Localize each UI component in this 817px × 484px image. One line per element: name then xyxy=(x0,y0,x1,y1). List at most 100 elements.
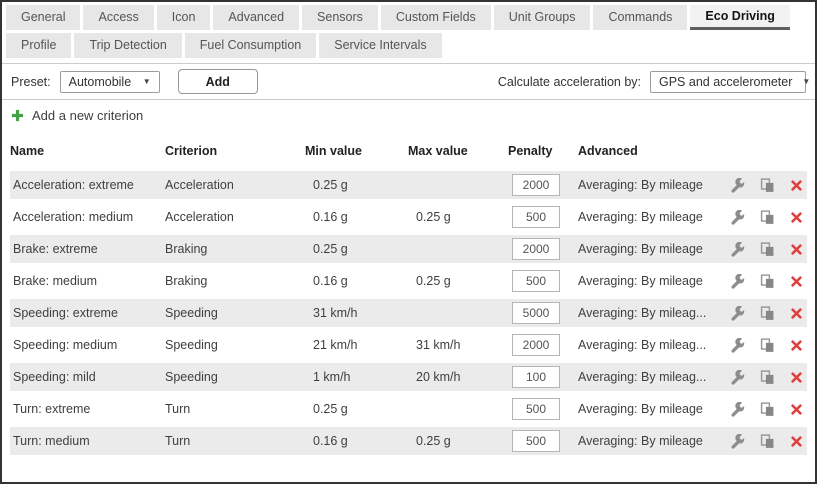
penalty-input[interactable] xyxy=(512,270,560,292)
wrench-icon[interactable] xyxy=(730,242,745,257)
penalty-input[interactable] xyxy=(512,398,560,420)
delete-icon[interactable] xyxy=(790,179,803,192)
penalty-cell xyxy=(508,302,578,324)
criterion-min-value: 0.16 g xyxy=(305,274,408,288)
criterion-row: Turn: medium Turn 0.16 g 0.25 g Averagin… xyxy=(10,427,807,455)
duplicate-icon[interactable] xyxy=(760,242,775,257)
add-criterion-button[interactable]: Add a new criterion xyxy=(2,100,815,131)
duplicate-icon[interactable] xyxy=(760,402,775,417)
delete-icon[interactable] xyxy=(790,243,803,256)
penalty-cell xyxy=(508,270,578,292)
criterion-row: Speeding: extreme Speeding 31 km/h Avera… xyxy=(10,299,807,327)
criterion-advanced: Averaging: By mileage xyxy=(578,178,722,192)
delete-icon[interactable] xyxy=(790,275,803,288)
header-penalty: Penalty xyxy=(508,144,578,158)
criterion-max-value: 31 km/h xyxy=(408,338,508,352)
tab-access[interactable]: Access xyxy=(83,5,153,30)
tab-trip-detection[interactable]: Trip Detection xyxy=(74,33,181,58)
criterion-type: Acceleration xyxy=(165,210,305,224)
penalty-input[interactable] xyxy=(512,430,560,452)
penalty-input[interactable] xyxy=(512,366,560,388)
criterion-name: Speeding: mild xyxy=(10,370,165,384)
criterion-type: Acceleration xyxy=(165,178,305,192)
duplicate-icon[interactable] xyxy=(760,434,775,449)
wrench-icon[interactable] xyxy=(730,338,745,353)
tab-unit-groups[interactable]: Unit Groups xyxy=(494,5,591,30)
penalty-input[interactable] xyxy=(512,302,560,324)
delete-icon[interactable] xyxy=(790,371,803,384)
criterion-type: Speeding xyxy=(165,370,305,384)
criterion-type: Speeding xyxy=(165,306,305,320)
penalty-cell xyxy=(508,398,578,420)
tab-general[interactable]: General xyxy=(6,5,80,30)
delete-icon[interactable] xyxy=(790,339,803,352)
tab-custom-fields[interactable]: Custom Fields xyxy=(381,5,491,30)
add-preset-button[interactable]: Add xyxy=(178,69,258,94)
duplicate-icon[interactable] xyxy=(760,370,775,385)
criterion-max-value: 0.25 g xyxy=(408,210,508,224)
tab-profile[interactable]: Profile xyxy=(6,33,71,58)
criterion-name: Speeding: extreme xyxy=(10,306,165,320)
wrench-icon[interactable] xyxy=(730,434,745,449)
criterion-row: Acceleration: extreme Acceleration 0.25 … xyxy=(10,171,807,199)
criterion-row: Turn: extreme Turn 0.25 g Averaging: By … xyxy=(10,395,807,423)
wrench-icon[interactable] xyxy=(730,210,745,225)
calc-acceleration-label: Calculate acceleration by: xyxy=(498,75,641,89)
criterion-type: Speeding xyxy=(165,338,305,352)
penalty-input[interactable] xyxy=(512,334,560,356)
criterion-min-value: 0.25 g xyxy=(305,178,408,192)
criterion-row: Brake: extreme Braking 0.25 g Averaging:… xyxy=(10,235,807,263)
wrench-icon[interactable] xyxy=(730,274,745,289)
wrench-icon[interactable] xyxy=(730,306,745,321)
penalty-input[interactable] xyxy=(512,238,560,260)
tab-commands[interactable]: Commands xyxy=(593,5,687,30)
wrench-icon[interactable] xyxy=(730,402,745,417)
criterion-type: Braking xyxy=(165,242,305,256)
row-actions xyxy=(722,242,807,257)
tab-advanced[interactable]: Advanced xyxy=(213,5,299,30)
header-advanced: Advanced xyxy=(578,144,722,158)
criterion-name: Speeding: medium xyxy=(10,338,165,352)
tab-icon[interactable]: Icon xyxy=(157,5,211,30)
penalty-cell xyxy=(508,206,578,228)
delete-icon[interactable] xyxy=(790,403,803,416)
penalty-input[interactable] xyxy=(512,206,560,228)
penalty-input[interactable] xyxy=(512,174,560,196)
criterion-type: Turn xyxy=(165,402,305,416)
delete-icon[interactable] xyxy=(790,211,803,224)
tab-fuel-consumption[interactable]: Fuel Consumption xyxy=(185,33,316,58)
tab-sensors[interactable]: Sensors xyxy=(302,5,378,30)
header-criterion: Criterion xyxy=(165,144,305,158)
tab-bar: GeneralAccessIconAdvancedSensorsCustom F… xyxy=(2,2,815,64)
criterion-row: Brake: medium Braking 0.16 g 0.25 g Aver… xyxy=(10,267,807,295)
row-actions xyxy=(722,306,807,321)
wrench-icon[interactable] xyxy=(730,178,745,193)
duplicate-icon[interactable] xyxy=(760,178,775,193)
duplicate-icon[interactable] xyxy=(760,306,775,321)
delete-icon[interactable] xyxy=(790,435,803,448)
preset-select-value: Automobile xyxy=(69,75,132,89)
duplicate-icon[interactable] xyxy=(760,210,775,225)
duplicate-icon[interactable] xyxy=(760,274,775,289)
preset-select[interactable]: Automobile ▼ xyxy=(60,71,160,93)
criterion-max-value: 20 km/h xyxy=(408,370,508,384)
tab-row-1: GeneralAccessIconAdvancedSensorsCustom F… xyxy=(6,5,811,30)
penalty-cell xyxy=(508,334,578,356)
header-max-value: Max value xyxy=(408,144,508,158)
criterion-advanced: Averaging: By mileage xyxy=(578,434,722,448)
calc-acceleration-select[interactable]: GPS and accelerometer ▼ xyxy=(650,71,806,93)
header-min-value: Min value xyxy=(305,144,408,158)
criterion-advanced: Averaging: By mileage xyxy=(578,242,722,256)
preset-toolbar: Preset: Automobile ▼ Add Calculate accel… xyxy=(2,64,815,100)
criterion-advanced: Averaging: By mileage xyxy=(578,210,722,224)
wrench-icon[interactable] xyxy=(730,370,745,385)
tab-service-intervals[interactable]: Service Intervals xyxy=(319,33,441,58)
tab-eco-driving[interactable]: Eco Driving xyxy=(690,5,789,30)
criterion-type: Turn xyxy=(165,434,305,448)
duplicate-icon[interactable] xyxy=(760,338,775,353)
table-body: Acceleration: extreme Acceleration 0.25 … xyxy=(10,171,807,455)
delete-icon[interactable] xyxy=(790,307,803,320)
criterion-max-value: 0.25 g xyxy=(408,434,508,448)
criterion-min-value: 0.16 g xyxy=(305,434,408,448)
tab-row-2: ProfileTrip DetectionFuel ConsumptionSer… xyxy=(6,33,811,58)
